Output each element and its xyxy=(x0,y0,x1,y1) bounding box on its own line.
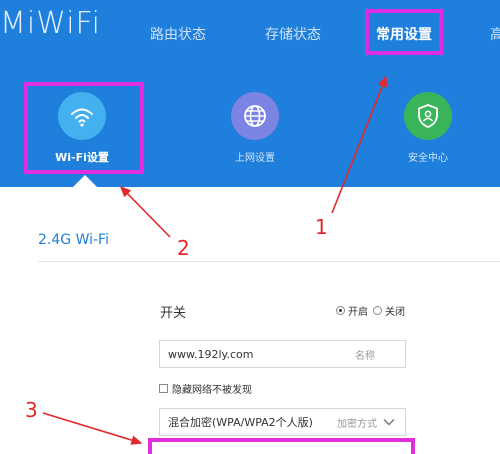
ssid-value: www.192ly.com xyxy=(168,347,254,361)
chevron-down-icon xyxy=(383,419,395,426)
menu-item-internet-settings[interactable]: 上网设置 xyxy=(205,92,305,164)
shield-icon xyxy=(404,92,452,140)
encryption-select[interactable]: 混合加密(WPA/WPA2个人版) 加密方式 xyxy=(159,408,406,436)
encryption-suffix-label: 加密方式 xyxy=(337,418,377,430)
radio-off[interactable] xyxy=(373,306,382,315)
miwifi-logo: MiWiFi xyxy=(0,6,101,41)
annotation-number-2: 2 xyxy=(177,236,190,260)
hide-network-option[interactable]: 隐藏网络不被发现 xyxy=(159,381,252,396)
globe-icon xyxy=(231,92,279,140)
switch-radio-group: 开启 关闭 xyxy=(336,303,405,318)
radio-on-label: 开启 xyxy=(348,307,368,318)
hide-network-checkbox[interactable] xyxy=(159,384,168,393)
encryption-value: 混合加密(WPA/WPA2个人版) xyxy=(168,416,313,429)
tab-storage-status[interactable]: 存储状态 xyxy=(265,24,321,44)
menu-label-security-center: 安全中心 xyxy=(408,153,448,164)
tab-advanced[interactable]: 高 xyxy=(490,24,500,44)
radio-on[interactable] xyxy=(336,306,345,315)
ssid-suffix-label: 名称 xyxy=(355,350,375,362)
annotation-highlight-password xyxy=(148,438,415,454)
switch-label: 开关 xyxy=(160,306,187,321)
hide-network-label: 隐藏网络不被发现 xyxy=(172,385,252,396)
annotation-number-1: 1 xyxy=(315,215,328,239)
annotation-highlight-tab xyxy=(365,9,443,55)
section-divider xyxy=(38,261,500,262)
annotation-highlight-wifi xyxy=(24,82,144,174)
menu-item-security-center[interactable]: 安全中心 xyxy=(378,92,478,164)
ssid-input[interactable]: www.192ly.com 名称 xyxy=(159,340,406,368)
menu-label-internet-settings: 上网设置 xyxy=(235,153,275,164)
tab-router-status[interactable]: 路由状态 xyxy=(150,24,206,44)
section-title: 2.4G Wi-Fi xyxy=(38,232,109,248)
active-menu-caret xyxy=(73,175,97,187)
annotation-number-3: 3 xyxy=(25,398,38,422)
radio-off-label: 关闭 xyxy=(385,307,405,318)
